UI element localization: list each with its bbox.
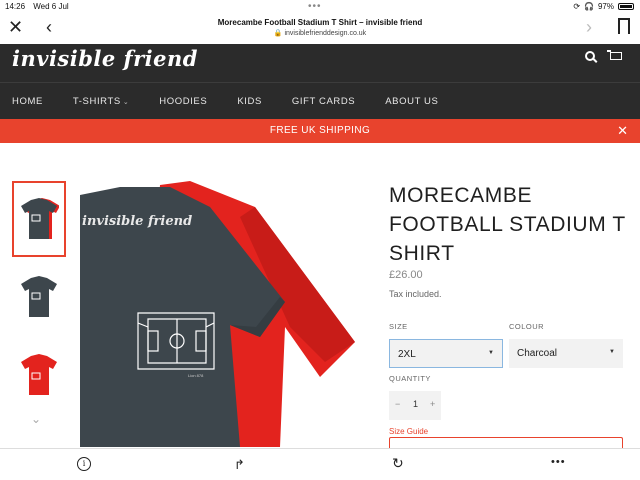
- nav-item-gift-cards[interactable]: GIFT CARDS: [292, 96, 355, 107]
- search-icon[interactable]: [585, 51, 595, 61]
- product-price: £26.00: [389, 269, 423, 281]
- select-caret-icon: ▼: [488, 350, 494, 356]
- info-icon[interactable]: i: [77, 457, 91, 471]
- thumbnail-1[interactable]: [12, 181, 66, 257]
- status-time: 14:26: [5, 2, 26, 11]
- status-left: 14:26 Wed 6 Jul: [5, 2, 75, 11]
- orientation-lock-icon: ⟳: [573, 2, 581, 11]
- quantity-input[interactable]: 1: [413, 399, 418, 409]
- status-right: ⟳ 🎧 97%: [573, 2, 634, 11]
- status-date: Wed 6 Jul: [33, 2, 69, 11]
- reload-icon[interactable]: ↻: [392, 455, 404, 472]
- size-select[interactable]: 2XL ▼: [389, 339, 503, 368]
- image-caption: Lion 878: [188, 373, 204, 378]
- forward-icon[interactable]: ›: [586, 17, 592, 37]
- colour-label: COLOUR: [509, 322, 545, 331]
- site-logo[interactable]: invisible friend: [12, 46, 198, 71]
- nav-item-t-shirts[interactable]: T-SHIRTS ⌄: [73, 96, 129, 107]
- cart-icon[interactable]: [607, 50, 622, 60]
- headphones-icon: 🎧: [584, 2, 594, 11]
- colour-select[interactable]: Charcoal ▼: [509, 339, 623, 368]
- size-guide-link[interactable]: Size Guide: [389, 427, 428, 436]
- tshirt-charcoal-thumb-icon: [21, 198, 59, 239]
- tax-note: Tax included.: [389, 289, 442, 299]
- product-image[interactable]: invisible friend Lion 878: [80, 177, 370, 447]
- colour-select-value: Charcoal: [517, 348, 558, 359]
- quantity-stepper: − 1 +: [389, 391, 441, 420]
- status-bar: 14:26 Wed 6 Jul ••• ⟳ 🎧 97%: [0, 0, 640, 14]
- tshirt-charcoal-thumb-icon: [21, 276, 57, 317]
- banner-text: FREE UK SHIPPING: [269, 125, 371, 136]
- banner-close-icon[interactable]: ✕: [617, 123, 628, 139]
- quantity-decrease-button[interactable]: −: [395, 399, 400, 409]
- url-text: invisiblefrienddesign.co.uk: [284, 30, 367, 37]
- bottom-toolbar: i ↱ ↻ •••: [0, 448, 640, 480]
- browser-page-title: Morecambe Football Stadium T Shirt – inv…: [217, 18, 423, 27]
- size-select-value: 2XL: [398, 349, 416, 360]
- nav-divider: [0, 82, 640, 83]
- main-nav: HOME T-SHIRTS ⌄ HOODIES KIDS GIFT CARDS A…: [12, 96, 468, 107]
- nav-item-t-shirts-label: T-SHIRTS: [72, 96, 121, 107]
- size-label: SIZE: [389, 322, 408, 331]
- quantity-increase-button[interactable]: +: [430, 399, 435, 409]
- tshirt-image: invisible friend Lion 878: [80, 181, 355, 447]
- thumbnail-2[interactable]: [12, 259, 66, 335]
- browser-toolbar: ✕ ‹ Morecambe Football Stadium T Shirt –…: [0, 14, 640, 44]
- more-icon[interactable]: •••: [551, 456, 566, 468]
- site-header: invisible friend HOME T-SHIRTS ⌄ HOODIES …: [0, 44, 640, 119]
- share-icon[interactable]: ↱: [234, 457, 245, 473]
- lock-icon: 🔒: [273, 30, 283, 37]
- thumbnail-3[interactable]: [12, 337, 66, 413]
- bookmark-icon[interactable]: [618, 18, 630, 39]
- nav-item-about-us[interactable]: ABOUT US: [385, 96, 438, 107]
- select-caret-icon: ▼: [609, 349, 615, 355]
- chevron-down-icon: ⌄: [122, 99, 130, 106]
- browser-url[interactable]: 🔒 invisiblefrienddesign.co.uk: [0, 29, 640, 37]
- thumbnails-down-icon[interactable]: ⌄: [31, 412, 41, 426]
- battery-percent: 97%: [597, 2, 614, 11]
- nav-item-home[interactable]: HOME: [12, 96, 43, 107]
- nav-item-hoodies[interactable]: HOODIES: [159, 96, 207, 107]
- quantity-label: QUANTITY: [389, 374, 431, 383]
- image-logo-text: invisible friend: [82, 214, 192, 229]
- tshirt-red-thumb-icon: [21, 354, 57, 395]
- battery-icon: [618, 3, 634, 10]
- product-title: MORECAMBE FOOTBALL STADIUM T SHIRT: [389, 184, 626, 265]
- multitasking-dots-icon[interactable]: •••: [308, 1, 322, 12]
- nav-item-kids[interactable]: KIDS: [237, 96, 262, 107]
- shipping-banner: FREE UK SHIPPING ✕: [0, 119, 640, 143]
